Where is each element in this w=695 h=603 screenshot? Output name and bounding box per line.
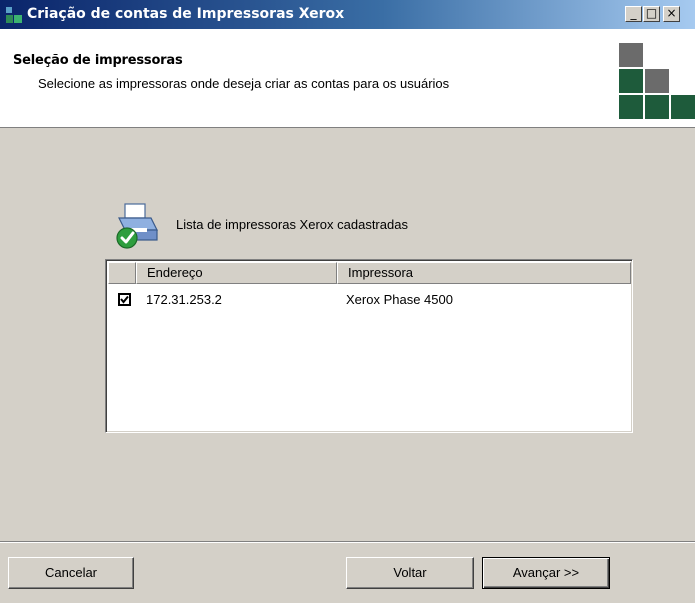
title-bar: Criação de contas de Impressoras Xerox _… <box>0 0 695 29</box>
app-icon <box>6 7 22 23</box>
page-title: Seleção de impressoras <box>13 53 183 68</box>
logo-square-green <box>671 95 695 119</box>
maximize-button[interactable]: □ <box>643 6 660 22</box>
column-header-printer[interactable]: Impressora <box>337 262 631 284</box>
logo-square-green <box>645 95 669 119</box>
printer-check-icon <box>116 203 158 249</box>
row-checkbox[interactable] <box>118 293 131 306</box>
close-icon: × <box>666 6 677 20</box>
maximize-icon: □ <box>645 6 658 20</box>
close-button[interactable]: × <box>663 6 680 22</box>
cancel-button[interactable]: Cancelar <box>8 557 134 589</box>
column-header-checkbox[interactable] <box>108 262 136 284</box>
column-header-address[interactable]: Endereço <box>136 262 337 284</box>
minimize-button[interactable]: _ <box>625 6 642 22</box>
logo-square-gray <box>645 69 669 93</box>
next-button[interactable]: Avançar >> <box>482 557 610 589</box>
row-printer: Xerox Phase 4500 <box>346 292 453 307</box>
footer-divider-highlight <box>0 542 695 543</box>
logo-square-green <box>619 69 643 93</box>
wizard-header: Seleção de impressoras Selecione as impr… <box>0 29 695 128</box>
page-subtitle: Selecione as impressoras onde deseja cri… <box>38 76 450 91</box>
printer-list-caption: Lista de impressoras Xerox cadastradas <box>176 217 408 232</box>
window-title: Criação de contas de Impressoras Xerox <box>27 6 345 22</box>
check-icon <box>120 295 129 304</box>
logo-square-green <box>619 95 643 119</box>
minimize-icon: _ <box>630 6 637 20</box>
back-button[interactable]: Voltar <box>346 557 474 589</box>
logo-square-gray <box>619 43 643 67</box>
row-address: 172.31.253.2 <box>146 292 222 307</box>
printer-list[interactable]: Endereço Impressora 172.31.253.2 Xerox P… <box>105 259 633 433</box>
